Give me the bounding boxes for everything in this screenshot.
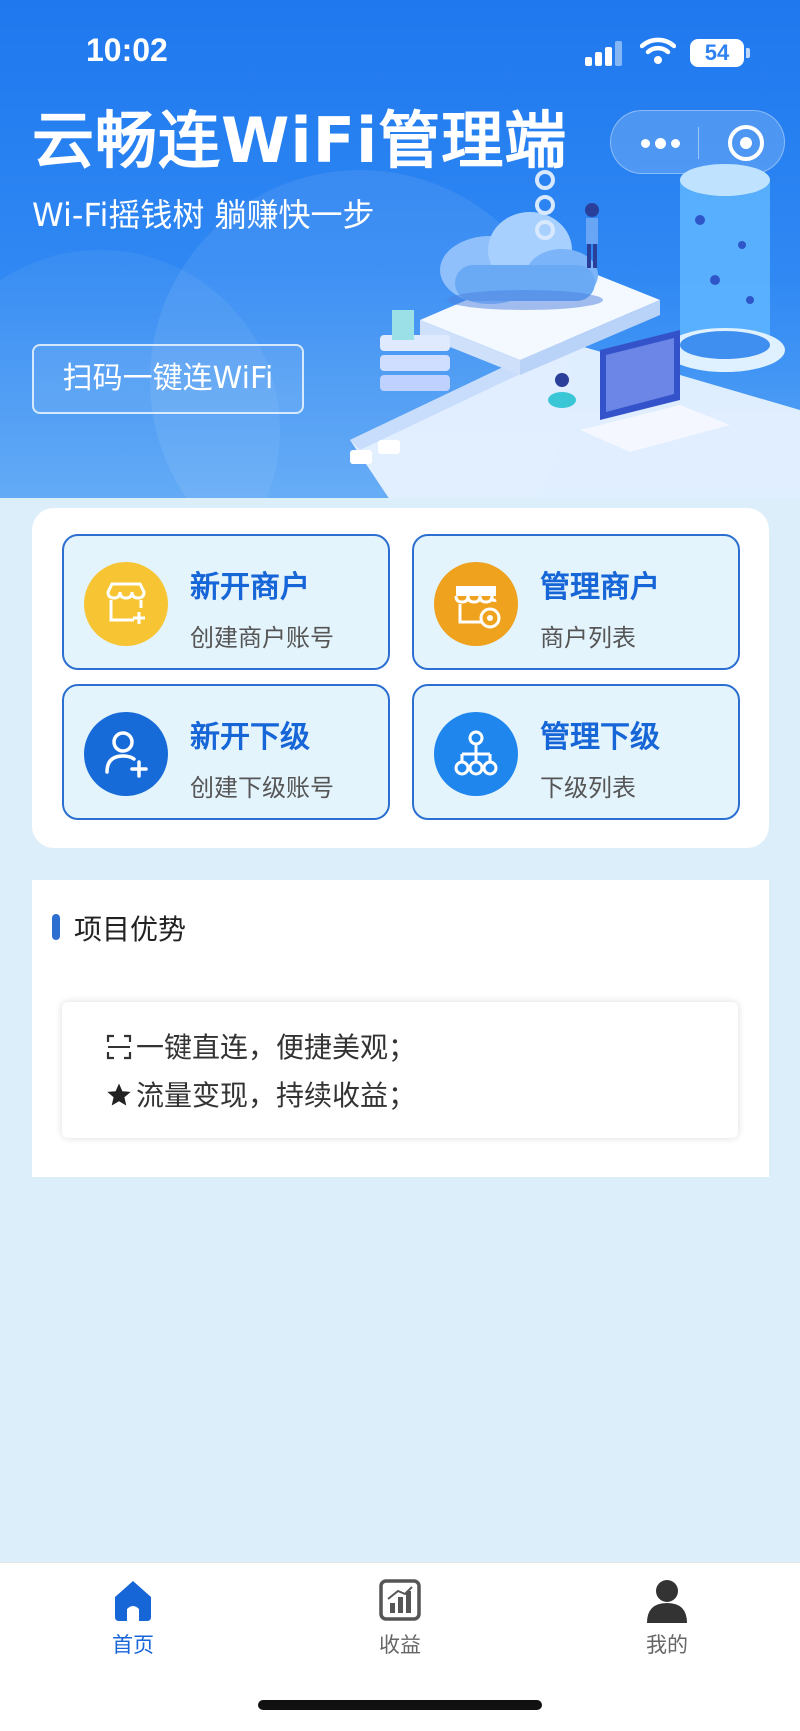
new-subordinate-tile[interactable]: 新开下级 创建下级账号 — [62, 684, 390, 820]
tile-subtitle: 商户列表 — [540, 624, 636, 652]
user-icon — [647, 1580, 687, 1623]
tile-title: 新开下级 — [190, 720, 310, 755]
status-bar: 10:02 54 — [0, 0, 800, 100]
tile-title: 新开商户 — [190, 570, 310, 605]
status-time: 10:02 — [86, 32, 168, 68]
tab-earnings[interactable]: 收益 — [300, 1563, 500, 1673]
advantage-item: 一键直连，便捷美观； — [106, 1026, 416, 1066]
home-indicator — [258, 1700, 542, 1710]
cloud-server-illustration — [350, 164, 800, 498]
tab-label: 我的 — [646, 1633, 688, 1657]
hero-subtitle: Wi-Fi摇钱树 躺赚快一步 — [32, 196, 375, 234]
tab-label: 首页 — [112, 1633, 154, 1657]
tab-mine[interactable]: 我的 — [567, 1563, 767, 1673]
wifi-icon — [640, 37, 676, 64]
new-merchant-tile[interactable]: 新开商户 创建商户账号 — [62, 534, 390, 670]
advantage-text: 流量变现，持续收益； — [136, 1079, 417, 1112]
store-settings-icon — [434, 562, 518, 646]
manage-merchant-tile[interactable]: 管理商户 商户列表 — [412, 534, 740, 670]
star-icon — [107, 1083, 131, 1106]
chart-icon — [379, 1579, 421, 1621]
scan-connect-wifi-button[interactable]: 扫码一键连WiFi — [32, 344, 304, 414]
battery-indicator: 54 — [690, 39, 750, 67]
advantages-box: 一键直连，便捷美观； 流量变现，持续收益； — [62, 1002, 738, 1138]
section-accent-bar — [52, 914, 60, 940]
tile-title: 管理下级 — [540, 720, 660, 755]
tab-label: 收益 — [379, 1633, 421, 1657]
store-add-icon — [84, 562, 168, 646]
manage-subordinate-tile[interactable]: 管理下级 下级列表 — [412, 684, 740, 820]
tile-subtitle: 创建商户账号 — [190, 624, 334, 652]
scan-icon — [106, 1034, 132, 1060]
quick-actions-card: 新开商户 创建商户账号 管理商户 商户列表 新开下级 创建下级账号 管理下级 下… — [32, 508, 769, 848]
advantage-item: 流量变现，持续收益； — [106, 1074, 416, 1114]
tile-subtitle: 创建下级账号 — [190, 774, 334, 802]
project-advantages-section: 项目优势 一键直连，便捷美观； 流量变现，持续收益； — [32, 880, 769, 1177]
home-icon — [115, 1581, 151, 1621]
advantage-text: 一键直连，便捷美观； — [136, 1031, 417, 1064]
cellular-signal-icon — [585, 40, 625, 66]
hero-banner: 10:02 54 云畅连WiFi管理端 Wi-Fi摇钱树 躺赚快一步 扫码一键连… — [0, 0, 800, 498]
user-add-icon — [84, 712, 168, 796]
tile-subtitle: 下级列表 — [540, 774, 636, 802]
tile-title: 管理商户 — [540, 570, 660, 605]
section-title: 项目优势 — [74, 913, 187, 946]
org-tree-icon — [434, 712, 518, 796]
tab-home[interactable]: 首页 — [33, 1563, 233, 1673]
